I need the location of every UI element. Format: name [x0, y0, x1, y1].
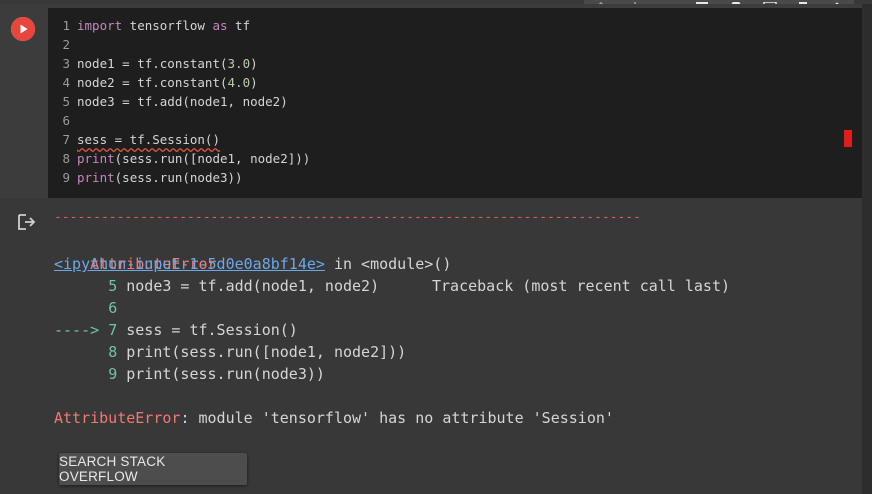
- traceback-line: 9 print(sess.run(node3)): [108, 365, 325, 383]
- code-cell: 1 import tensorflow as tf 2 3 node1 = tf.c…: [0, 4, 862, 202]
- code-line: 1 import tensorflow as tf: [62, 18, 251, 33]
- code-line: 4 node2 = tf.constant(4.0): [62, 75, 258, 90]
- play-icon: [11, 17, 35, 41]
- search-stack-overflow-button[interactable]: SEARCH STACK OVERFLOW: [59, 453, 247, 485]
- traceback-source: <ipython-input-1-5d0e0a8bf14e> in <modul…: [54, 253, 451, 275]
- code-line: 7 sess = tf.Session(): [62, 132, 220, 147]
- run-cell-button[interactable]: [11, 17, 35, 41]
- cell-gutter: [0, 4, 48, 198]
- code-line: 8 print(sess.run([node1, node2])): [62, 151, 311, 166]
- scrollbar[interactable]: [862, 4, 872, 494]
- traceback-separator: ----------------------------------------…: [54, 210, 641, 225]
- in-module-text: in <module>(): [324, 255, 452, 273]
- traceback-label: Traceback (most recent call last): [431, 277, 730, 295]
- ipython-input-link[interactable]: <ipython-input-1-5d0e0a8bf14e>: [54, 255, 325, 273]
- traceback-line-current: ----> 7 sess = tf.Session(): [54, 321, 298, 339]
- traceback-line: 6: [108, 299, 118, 317]
- code-editor[interactable]: 1 import tensorflow as tf 2 3 node1 = tf.c…: [48, 8, 862, 202]
- cell-output: ----------------------------------------…: [0, 198, 862, 494]
- traceback-header: AttributeError Traceback (most recent ca…: [54, 231, 730, 295]
- output-icon[interactable]: [16, 212, 36, 232]
- code-line: 3 node1 = tf.constant(3.0): [62, 56, 258, 71]
- traceback-line: 8 print(sess.run([node1, node2])): [108, 343, 407, 361]
- traceback-line: 5 node3 = tf.add(node1, node2): [108, 277, 380, 295]
- code-line: 5 node3 = tf.add(node1, node2): [62, 94, 288, 109]
- code-line: 2: [62, 37, 70, 52]
- code-line: 9 print(sess.run(node3)): [62, 170, 243, 185]
- error-marker: [844, 130, 852, 147]
- error-message: AttributeError: module 'tensorflow' has …: [54, 409, 614, 427]
- code-line: 6: [62, 113, 70, 128]
